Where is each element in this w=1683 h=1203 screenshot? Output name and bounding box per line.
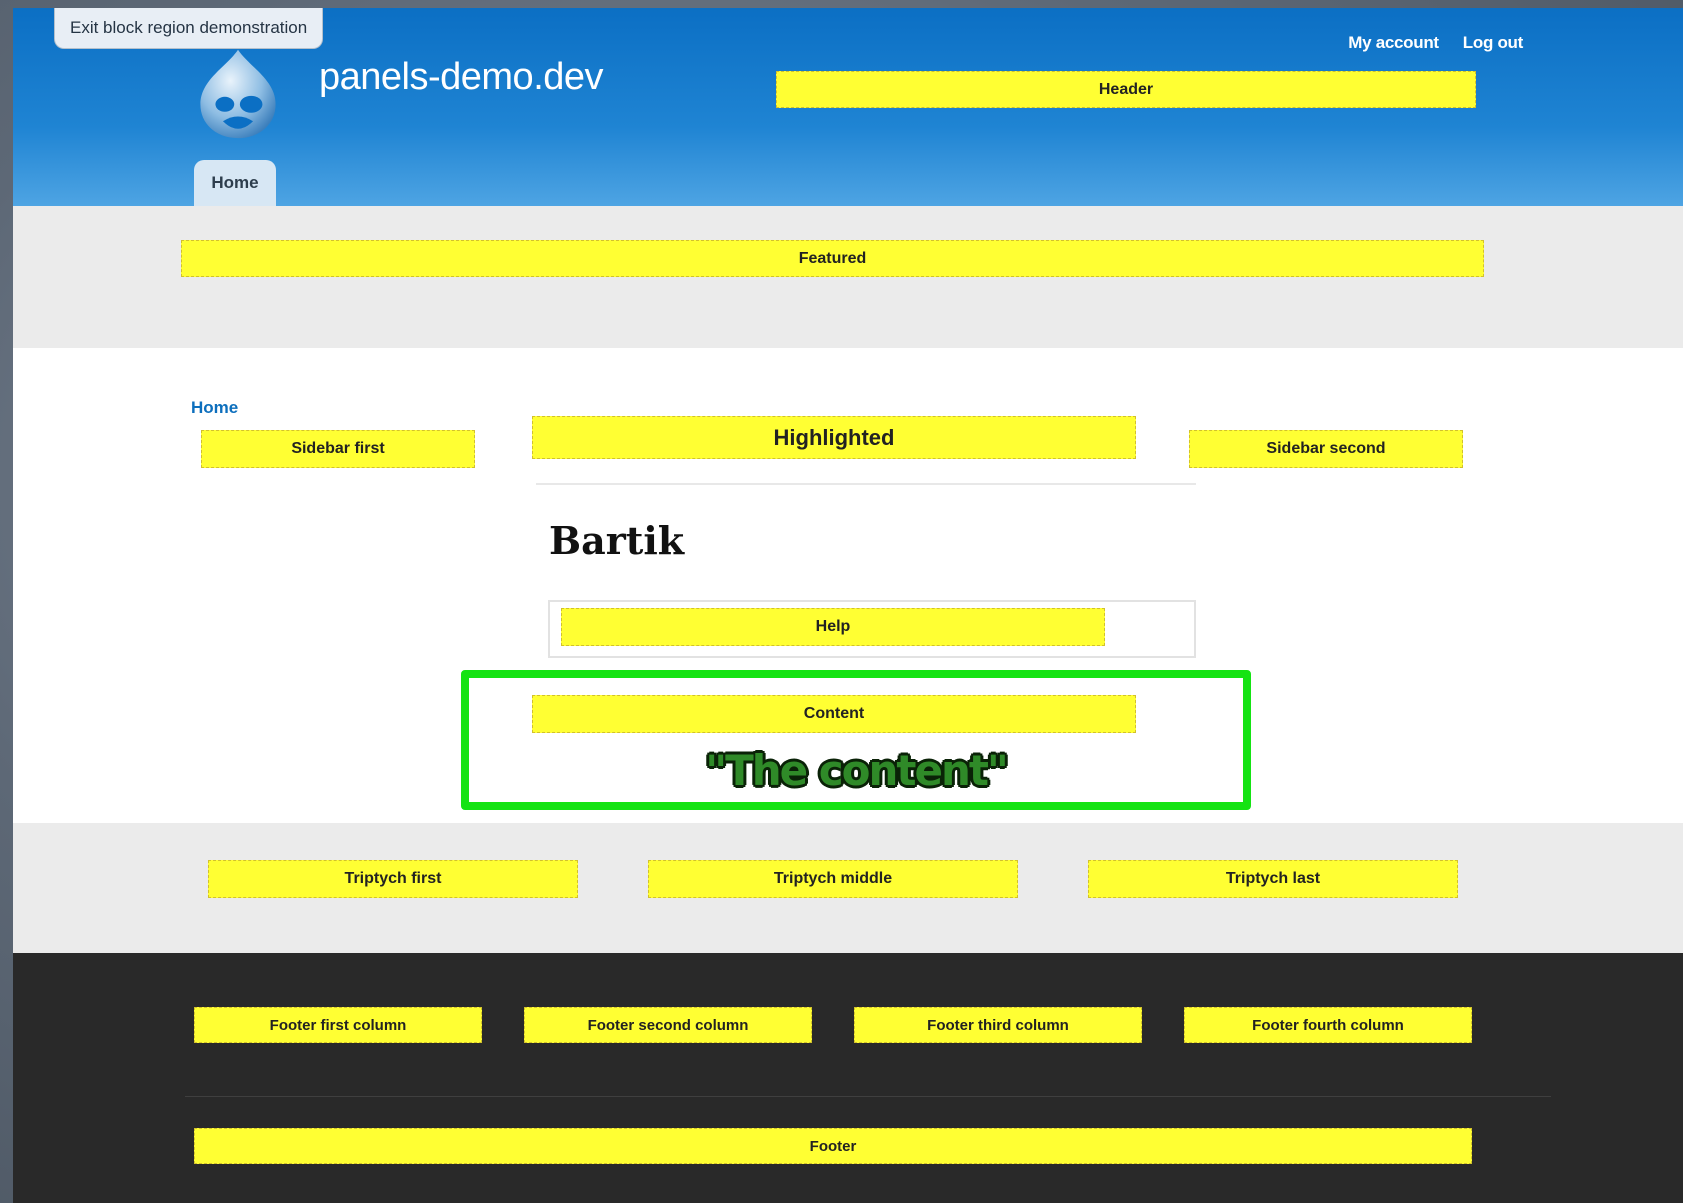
- region-triptych-first: Triptych first: [208, 860, 578, 898]
- region-featured: Featured: [181, 240, 1484, 277]
- region-sidebar-first: Sidebar first: [201, 430, 475, 468]
- region-footer-fourth-column: Footer fourth column: [1184, 1007, 1472, 1043]
- page-title: Bartik: [549, 518, 685, 563]
- footer-divider: [185, 1096, 1551, 1097]
- drupal-drop-icon[interactable]: [191, 46, 285, 140]
- region-triptych-middle: Triptych middle: [648, 860, 1018, 898]
- featured-band: Featured: [13, 206, 1683, 348]
- log-out-link[interactable]: Log out: [1463, 33, 1524, 53]
- secondary-menu: My account Log out: [1348, 33, 1523, 53]
- main-menu-tab-home[interactable]: Home: [194, 160, 276, 206]
- triptych-band: Triptych first Triptych middle Triptych …: [13, 823, 1683, 953]
- footer-band: Footer first column Footer second column…: [13, 953, 1683, 1203]
- region-footer-first-column: Footer first column: [194, 1007, 482, 1043]
- region-footer: Footer: [194, 1128, 1472, 1164]
- region-footer-third-column: Footer third column: [854, 1007, 1142, 1043]
- content-caption: "The content": [705, 746, 1009, 795]
- site-name[interactable]: panels-demo.dev: [319, 56, 604, 99]
- region-triptych-last: Triptych last: [1088, 860, 1458, 898]
- region-header: Header: [776, 71, 1476, 108]
- region-footer-second-column: Footer second column: [524, 1007, 812, 1043]
- region-highlighted: Highlighted: [532, 416, 1136, 459]
- browser-page: panels-demo.dev My account Log out Heade…: [13, 8, 1683, 1203]
- my-account-link[interactable]: My account: [1348, 33, 1439, 53]
- region-sidebar-second: Sidebar second: [1189, 430, 1463, 468]
- exit-demonstration-link[interactable]: Exit block region demonstration: [54, 8, 324, 49]
- region-content: Content: [532, 695, 1136, 733]
- breadcrumb-home[interactable]: Home: [191, 398, 238, 418]
- region-help: Help: [561, 608, 1105, 646]
